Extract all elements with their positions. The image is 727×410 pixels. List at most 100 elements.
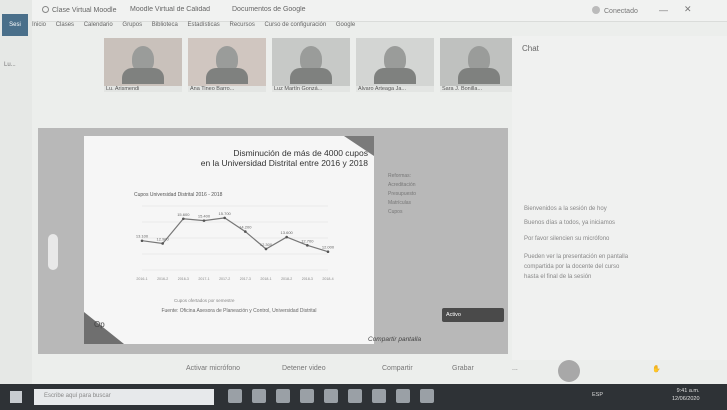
tab-label: Clase Virtual Moodle (52, 7, 117, 14)
close-icon[interactable]: ✕ (684, 4, 692, 15)
chart-legend: Cupos ofertados por semestre (174, 298, 235, 303)
x-tick-label: 2018-2 (281, 277, 292, 281)
x-tick-label: 2017-2 (219, 277, 230, 281)
data-point (326, 250, 330, 254)
slide-title: Disminución de más de 4000 cupos en la U… (128, 148, 368, 168)
taskbar-app-icon[interactable] (324, 389, 338, 403)
taskbar-app-icon[interactable] (372, 389, 386, 403)
data-point (202, 219, 206, 222)
participant-body (374, 68, 416, 84)
bookmark[interactable]: Inicio (32, 22, 46, 28)
data-point (182, 217, 185, 221)
profile-button[interactable]: Conectado (592, 6, 638, 15)
bookmark[interactable]: Estadísticas (187, 22, 219, 28)
taskbar-app-icon[interactable] (276, 389, 290, 403)
clock-date: 12/06/2020 (672, 396, 700, 402)
camera-button[interactable]: Detener video (282, 365, 326, 372)
chat-message: Buenos días a todos, ya iniciamos (524, 220, 616, 226)
data-point (264, 247, 268, 251)
presentation-slide: Disminución de más de 4000 cupos en la U… (84, 136, 374, 344)
chat-message: Pueden ver la presentación en pantalla (524, 254, 629, 260)
side-note: Matrículas (388, 200, 412, 206)
taskbar-app-icon[interactable] (396, 389, 410, 403)
slide-title-line: Disminución de más de 4000 cupos (233, 148, 368, 158)
bookmark[interactable]: Curso de configuración (265, 22, 327, 28)
data-label: 15.700 (219, 211, 232, 216)
x-tick-label: 2018-1 (260, 277, 271, 281)
data-label: 15.400 (198, 214, 211, 219)
line-chart: 13.100 2016-1 12.900 2016-2 15.600 2016-3 15.4… (136, 205, 334, 281)
tab-moodle[interactable]: Moodle Virtual de Calidad (130, 6, 230, 18)
taskbar-app-icon[interactable] (348, 389, 362, 403)
side-note: Cupos (388, 209, 403, 215)
more-button[interactable]: ... (512, 365, 518, 372)
record-button[interactable]: Grabar (452, 365, 474, 372)
participant-strip: Lu. Arismendi Ana Tineo Barro... Luz Mar… (104, 38, 524, 92)
tab-bar: Clase Virtual Moodle Moodle Virtual de C… (32, 0, 727, 22)
x-tick-label: 2016-1 (136, 277, 147, 281)
bookmark[interactable]: Calendario (84, 22, 113, 28)
data-point (244, 230, 247, 233)
taskbar-app-icon[interactable] (228, 389, 242, 403)
chat-panel: Chat Bienvenidos a la sesión de hoy Buen… (512, 36, 727, 360)
participant-tile[interactable]: Lu. Arismendi (104, 38, 182, 92)
taskbar-app-icon[interactable] (420, 389, 434, 403)
viewer-toolbar (42, 92, 502, 120)
chat-message: Por favor silencien su micrófono (524, 236, 610, 242)
taskbar-app-icon[interactable] (252, 389, 266, 403)
x-tick-label: 2018-3 (302, 277, 313, 281)
participant-body (206, 68, 248, 84)
data-point (140, 239, 144, 243)
bookmark[interactable]: Biblioteca (152, 22, 178, 28)
x-tick-label: 2016-3 (178, 277, 189, 281)
data-label: 12.700 (301, 238, 314, 243)
minimize-icon[interactable]: — (659, 5, 668, 15)
side-note: Acreditación (388, 182, 416, 188)
participant-body (458, 68, 500, 84)
loading-icon (42, 6, 49, 13)
system-tray-language[interactable]: ESP (592, 392, 603, 398)
chat-message: Bienvenidos a la sesión de hoy (524, 206, 607, 212)
participant-tile[interactable]: Sara J. Bonilla... (440, 38, 518, 92)
participant-tile[interactable]: Ana Tineo Barro... (188, 38, 266, 92)
taskbar-search-input[interactable]: Escribe aquí para buscar (34, 389, 214, 405)
data-label: 14.200 (239, 225, 252, 230)
slide-pager[interactable] (48, 234, 58, 270)
taskbar-clock[interactable]: 9:41 a.m. 12/06/2020 (672, 387, 700, 403)
data-point (223, 216, 226, 220)
data-point (161, 242, 164, 245)
bookmark[interactable]: Recursos (229, 22, 254, 28)
bookmark[interactable]: Grupos (122, 22, 142, 28)
participant-tile[interactable]: Luz Martín Gonzá... (272, 38, 350, 92)
share-status-chip[interactable]: Activo (442, 308, 504, 322)
chat-header: Chat (522, 44, 539, 53)
tab-google-docs[interactable]: Documentos de Google (232, 6, 382, 18)
raise-hand-icon[interactable]: ✋ (652, 365, 661, 373)
x-tick-label: 2016-2 (157, 277, 168, 281)
avatar-icon (592, 6, 600, 14)
side-note: Reformas: (388, 173, 412, 179)
data-label: 13.100 (136, 234, 149, 239)
slide-side-notes: Reformas: Acreditación Presupuesto Matrí… (388, 172, 498, 292)
left-app-tab[interactable]: Sesi (2, 14, 28, 36)
chart-title: Cupos Universidad Distrital 2016 - 2018 (134, 192, 223, 198)
data-label: 12.000 (322, 245, 334, 250)
mic-button[interactable]: Activar micrófono (186, 365, 240, 372)
participant-tile[interactable]: Alvaro Arteaga Ja... (356, 38, 434, 92)
bookmark[interactable]: Clases (56, 22, 74, 28)
participant-body (122, 68, 164, 84)
participant-body (290, 68, 332, 84)
taskbar-app-icon[interactable] (300, 389, 314, 403)
x-tick-label: 2018-4 (322, 277, 333, 281)
windows-start-icon[interactable] (10, 391, 22, 403)
left-mini-text: Lu... (4, 62, 16, 68)
end-call-button[interactable] (558, 360, 580, 382)
clock-time: 9:41 a.m. (676, 388, 700, 394)
bookmark[interactable]: Google (336, 22, 355, 28)
data-label: 12.300 (260, 242, 273, 247)
sharing-label: Compartir pantalla (368, 336, 422, 343)
share-button[interactable]: Compartir (382, 365, 413, 372)
chart-caption: Fuente: Oficina Asesora de Planeación y … (161, 308, 317, 314)
taskbar: Escribe aquí para buscar ESP 9:41 a.m. 1… (0, 384, 727, 410)
left-strip: Sesi Lu... (0, 0, 32, 384)
